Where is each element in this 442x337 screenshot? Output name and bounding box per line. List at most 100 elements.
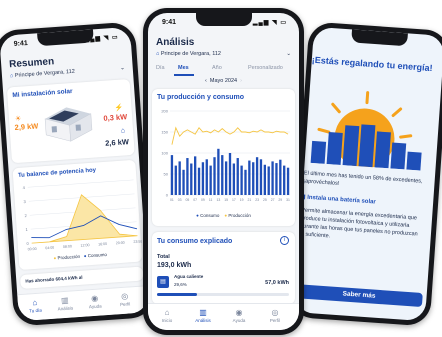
y-tick-label: 3 [23,199,26,204]
consumption-bar [263,164,266,195]
consumption-bar [240,165,243,195]
grid-line [27,179,134,188]
chevron-down-icon: ⌄ [286,51,291,57]
legend-consumption-label: Consumo [200,213,220,218]
nav-item-perfil[interactable]: ◎ Perfil [109,291,140,308]
status-time: 9:41 [162,19,177,26]
installation-title: Mi instalación solar [12,87,73,100]
consumption-bar [232,163,236,195]
right-screen: ¡Estás regalando tu energía! El último m… [294,26,442,322]
home-consumption-icon: ⌂ [120,127,126,135]
consumption-bar [178,161,181,195]
tab-mes[interactable]: Mes [178,65,189,71]
power-balance-title: Tu balance de potencia hoy [17,167,97,179]
learn-more-button[interactable]: Saber más [295,284,423,307]
y-tick-label: 100 [161,151,168,156]
consumption-bar [259,159,263,195]
consumption-bar [279,159,282,195]
x-tick-label: 31 [286,198,290,202]
production-consumption-card[interactable]: Tu producción y consumo 200 150 100 50 0 01 03… [152,89,295,226]
grid-tower-icon: ⚡ [114,104,124,113]
consumption-bar [186,158,189,195]
x-tick-label: 03 [178,198,182,202]
tab-ano[interactable]: Año [212,65,222,71]
x-tick-label: 19 [240,198,244,202]
consumption-item-value: 57,0 kWh [265,280,289,286]
consumption-item-bar-track [157,293,289,296]
info-icon[interactable]: i [280,236,289,245]
nav-item-analisis[interactable]: ▥ Análisis [188,308,218,323]
bottom-nav: ⌂ Inicio ▥ Análisis ◉ Ayuda ◎ Perfil [148,303,299,330]
tab-personalizado[interactable]: Personalizado [248,65,283,71]
nav-item-analisis[interactable]: ▥ Análisis [50,295,81,312]
consumption-bar [228,153,232,195]
consumption-item-percent: 29,6% [174,282,187,287]
x-tick-label: 01 [170,198,174,202]
x-tick-label: 21 [247,198,251,202]
promo-body: El último mes has tenido un 58% de exced… [303,170,423,187]
home-power-value: 2,6 kW [104,137,130,148]
x-tick-label: 23:59 [133,239,142,244]
period-selector: ‹ Mayo 2024 › [148,78,299,84]
consumption-bar [244,169,247,195]
nav-item-ayuda[interactable]: ◉ Ayuda [224,308,254,323]
address-selector[interactable]: ⌂ Principe de Vergara, 112 ⌄ [156,51,291,61]
power-balance-chart: 4 3 2 1 000:00 04:00 08:00 12:00 16:00 20:00 23:59 [22,179,142,251]
total-label: Total [157,254,170,260]
right-phone: ¡Estás regalando tu energía! El último m… [288,21,442,327]
left-phone: 9:41 ▂▄▆ ◥ ▭ Resumen ⌂ Principe de Verga… [0,21,156,327]
nav-item-inicio[interactable]: ⌂ Inicio [152,308,182,323]
consumption-bar [182,169,185,195]
consumption-bar [267,166,270,195]
consumption-bar [221,155,224,195]
chevron-down-icon: ⌄ [119,65,125,72]
power-balance-card[interactable]: Tu balance de potencia hoy 4 3 2 1 0 00:00 04:… [12,159,143,271]
nav-item-tu-dia[interactable]: ⌂ Tu día [20,297,51,314]
help-icon: ◉ [235,308,243,317]
x-tick-label: 13 [216,198,220,202]
period-label: Mayo 2024 [209,78,238,84]
grid-power-value: 0,3 kW [103,112,128,123]
solar-power-value: 2,9 kW [14,121,39,133]
nav-label: Tu día [28,307,42,314]
consumption-item-bar-fill [157,293,197,296]
address-label: Principe de Vergara, 112 [160,51,221,57]
x-tick-label: 04:00 [45,246,54,251]
nav-label: Análisis [57,305,74,312]
next-period-icon[interactable]: › [240,78,242,84]
nav-label: Perfil [269,318,281,323]
battery-title: Instala una batería solar [306,194,376,206]
consumption-bar [275,163,278,195]
consumption-explained-card[interactable]: Tu consumo explicado i Total 193,0 kWh ▤… [152,232,295,304]
tab-active-indicator [174,74,194,76]
promo-title: ¡Estás regalando tu energía! [311,54,433,74]
tab-dia[interactable]: Día [156,65,165,71]
consumption-bar [197,167,201,195]
x-tick-label: 23 [255,198,259,202]
x-tick-label: 20:00 [116,241,125,246]
x-tick-label: 09 [201,198,205,202]
battery-title-row: ▮ Instala una batería solar [302,193,422,208]
nav-item-perfil[interactable]: ◎ Perfil [260,308,290,323]
savings-teaser-card[interactable]: Has ahorrado 604,4 kWh al [19,266,144,290]
signal-wifi-battery-icons: ▂▄▆ ◥ ▭ [252,20,287,26]
legend-production-dot: ● [53,255,57,261]
consumption-bar [201,162,205,195]
consumption-bar [190,163,193,195]
legend-production-label: Producción [228,213,251,218]
legend-consumption-label: Consumo [87,251,108,259]
previous-period-icon[interactable]: ‹ [205,78,207,84]
x-tick-label: 16:00 [98,242,107,247]
consumption-bar [213,157,216,195]
phone-notch [195,13,252,26]
consumption-bar [205,159,208,195]
installation-card[interactable]: Mi instalación solar ☀ 2,9 kW ⚡ 0,3 kW ⌂… [6,78,135,164]
production-consumption-title: Tu producción y consumo [157,94,244,101]
x-tick-label: 29 [278,198,282,202]
x-tick-label: 15 [224,198,228,202]
center-phone: 9:41 ▂▄▆ ◥ ▭ Análisis ⌂ Principe de Verg… [143,8,304,335]
nav-item-ayuda[interactable]: ◉ Ayuda [79,293,110,310]
center-screen: 9:41 ▂▄▆ ◥ ▭ Análisis ⌂ Principe de Verg… [148,13,299,330]
consumption-explained-title: Tu consumo explicado [157,238,233,245]
consumption-bar [286,167,290,195]
